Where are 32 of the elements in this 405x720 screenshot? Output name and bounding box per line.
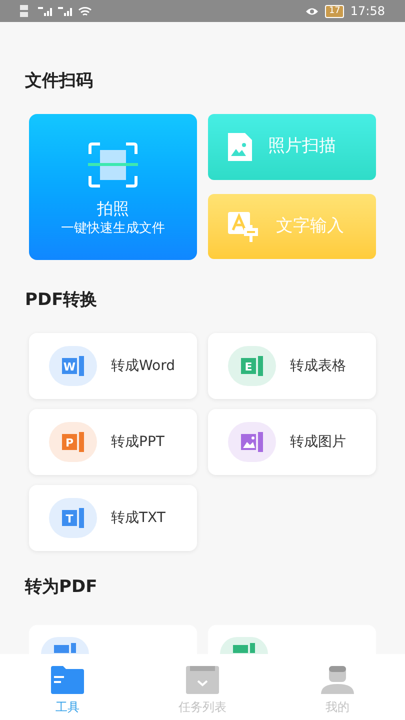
convert-card[interactable]: E 转成表格	[208, 333, 376, 399]
convert-card[interactable]	[208, 625, 376, 654]
task-box-icon	[186, 666, 219, 694]
folder-icon	[51, 666, 84, 694]
user-icon	[321, 666, 354, 694]
font-icon	[228, 212, 260, 242]
section-title: 转为PDF	[25, 576, 98, 599]
signal-icon	[38, 6, 54, 16]
card-title: 拍照	[97, 198, 129, 220]
convert-card[interactable]: P 转成PPT	[29, 409, 197, 475]
clock-time: 17:58	[350, 3, 385, 20]
section-title: 文件扫码	[25, 70, 94, 93]
photo-capture-card[interactable]: 拍照 一键快速生成文件	[29, 114, 197, 260]
nav-tab[interactable]: 任务列表	[135, 654, 270, 720]
convert-card[interactable]: T 转成TXT	[29, 485, 197, 551]
scan-option-card[interactable]: 照片扫描	[208, 114, 376, 180]
card-subtitle: 一键快速生成文件	[61, 220, 165, 238]
signal-icon	[58, 6, 74, 16]
scan-frame-icon	[88, 142, 138, 188]
convert-card[interactable]	[29, 625, 197, 654]
nav-tab[interactable]: 我的	[270, 654, 405, 720]
document-icon	[54, 643, 76, 653]
battery-level: 17	[324, 4, 344, 18]
convert-card[interactable]: 转成图片	[208, 409, 376, 475]
section-title: PDF转换	[25, 289, 98, 312]
nav-tab[interactable]: 工具	[0, 654, 135, 720]
convert-card[interactable]: W 转成Word	[29, 333, 197, 399]
document-icon	[233, 643, 255, 653]
image-file-icon	[241, 432, 263, 452]
wifi-icon	[78, 6, 92, 16]
image-file-icon	[228, 133, 252, 161]
eye-icon	[304, 6, 319, 16]
